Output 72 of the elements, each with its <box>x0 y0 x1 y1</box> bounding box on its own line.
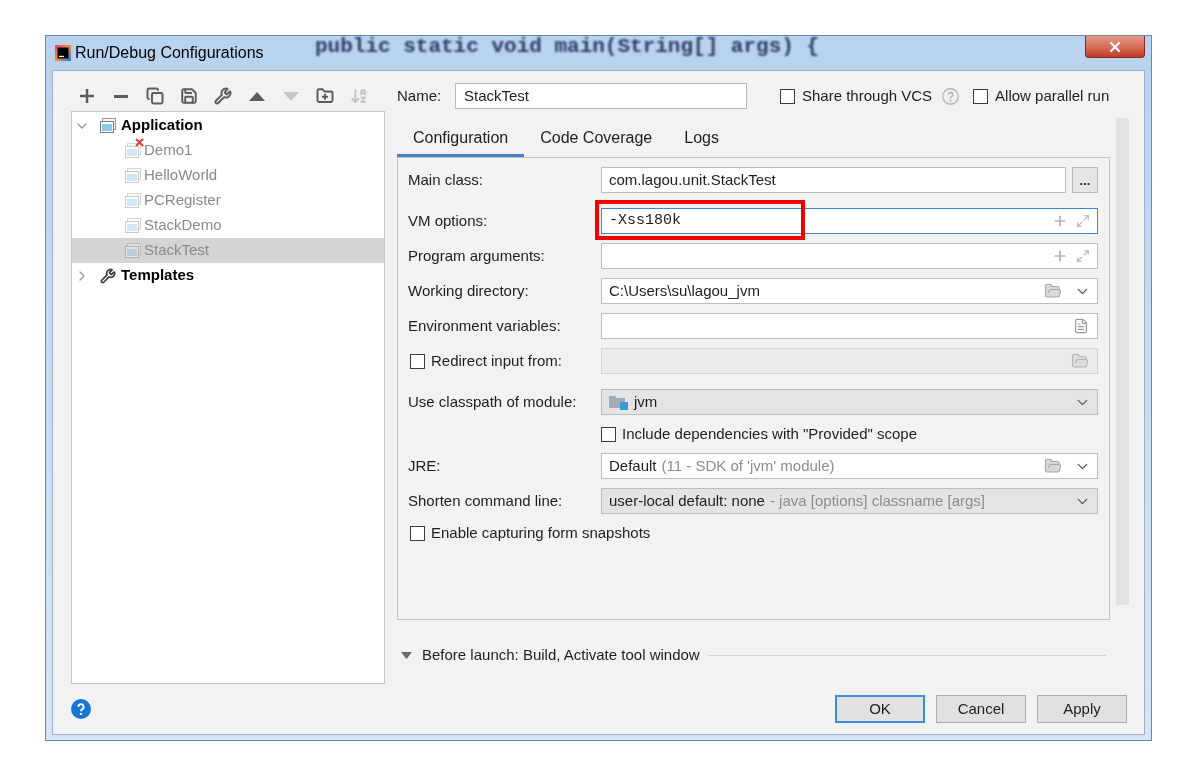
checkbox[interactable] <box>601 426 616 442</box>
field-label: Use classpath of module: <box>408 391 578 412</box>
plus-icon <box>80 89 94 103</box>
checkbox-label: Allow parallel run <box>995 85 1110 106</box>
tree-item[interactable]: Application <box>72 113 384 138</box>
dropdown[interactable]: jvm <box>601 389 1098 415</box>
input-field[interactable]: com.lagou.unit.StackTest <box>601 167 1066 193</box>
checkbox-label: Redirect input from: <box>431 350 562 371</box>
input-field[interactable]: -Xss180k <box>601 208 1098 234</box>
folder-plus-icon <box>316 87 334 105</box>
dropdown[interactable]: Default (11 - SDK of 'jvm' module) <box>601 453 1098 479</box>
run-config-icon <box>100 118 116 133</box>
field-label: Shorten command line: <box>408 490 564 511</box>
run-config-icon <box>125 218 141 233</box>
field-label: JRE: <box>408 455 442 476</box>
checkbox[interactable] <box>410 525 425 541</box>
folder-icon[interactable] <box>1044 282 1062 300</box>
tree-item[interactable]: HelloWorld <box>72 163 384 188</box>
close-button[interactable] <box>1085 36 1145 58</box>
module-folder-icon <box>609 394 628 410</box>
plus-icon[interactable] <box>1052 248 1068 264</box>
wrench-icon <box>100 267 116 284</box>
window-title: Run/Debug Configurations <box>75 42 264 63</box>
input-field[interactable] <box>601 313 1098 339</box>
dialog-button[interactable]: Cancel <box>936 695 1026 723</box>
document-icon[interactable] <box>1073 318 1089 334</box>
before-launch-label[interactable]: Before launch: Build, Activate tool window <box>422 643 700 667</box>
tab[interactable]: Code Coverage <box>524 118 669 157</box>
checkbox-label: Share through VCS <box>802 85 933 106</box>
edit-templates-button[interactable] <box>213 85 233 107</box>
run-config-icon <box>125 143 141 158</box>
checkbox[interactable] <box>780 88 795 104</box>
app-logo-icon <box>55 44 71 61</box>
name-label: Name: <box>397 85 443 106</box>
minus-icon <box>114 94 128 98</box>
field-label: Environment variables: <box>408 315 562 336</box>
save-icon <box>180 87 198 105</box>
dialog-button[interactable]: OK <box>835 695 925 723</box>
collapse-triangle-icon[interactable] <box>401 651 412 659</box>
expand-icon[interactable] <box>1076 214 1090 228</box>
save-button[interactable] <box>179 85 199 107</box>
tree-item[interactable]: Templates <box>72 263 384 288</box>
folder-icon[interactable] <box>1044 457 1062 475</box>
plus-icon[interactable] <box>1052 213 1068 229</box>
help-icon <box>71 699 91 719</box>
copy-button[interactable] <box>145 85 165 107</box>
copy-icon <box>146 87 164 105</box>
checkbox-label: Include dependencies with "Provided" scope <box>622 423 917 444</box>
dropdown[interactable]: user-local default: none - java [options] classname [args] <box>601 488 1098 514</box>
triangle-up-icon <box>249 91 265 101</box>
checkbox-label: Enable capturing form snapshots <box>431 522 651 543</box>
input-field[interactable]: C:\Users\su\lagou_jvm <box>601 278 1098 304</box>
help-button[interactable] <box>71 699 91 719</box>
wrench-icon <box>214 87 232 105</box>
expand-icon[interactable] <box>1076 249 1090 263</box>
checkbox[interactable] <box>973 88 989 104</box>
field-label: Program arguments: <box>408 245 546 266</box>
field-label: VM options: <box>408 210 489 231</box>
run-config-icon <box>125 168 141 183</box>
tab[interactable]: Logs <box>668 118 735 157</box>
triangle-down-icon <box>283 91 299 101</box>
field-label: Working directory: <box>408 280 530 301</box>
name-field[interactable]: StackTest <box>455 83 747 109</box>
sort-icon <box>350 87 368 105</box>
run-config-icon <box>125 193 141 208</box>
browse-button[interactable]: ... <box>1072 167 1098 193</box>
field-label: Main class: <box>408 169 485 190</box>
dialog-button[interactable]: Apply <box>1037 695 1127 723</box>
input-field[interactable] <box>601 243 1098 269</box>
background-code-text: public static void main(String[] args) { <box>315 36 820 58</box>
run-config-icon <box>125 243 141 258</box>
tree-item[interactable]: StackDemo <box>72 213 384 238</box>
